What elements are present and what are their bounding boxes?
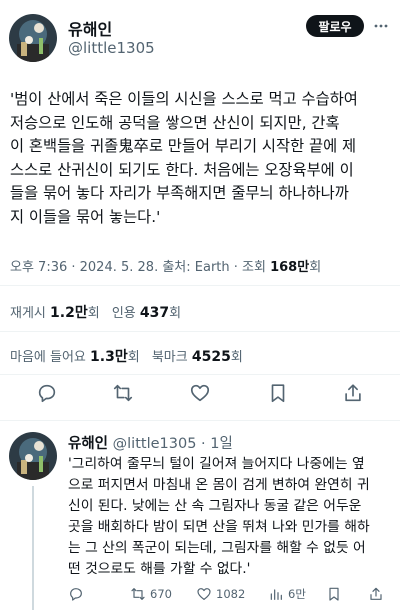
like-label: 마음에 들어요	[10, 350, 86, 365]
like-icon[interactable]	[189, 382, 211, 404]
reply-view-count: 6만	[288, 587, 306, 601]
reply-display-name[interactable]: 유해인	[68, 436, 108, 452]
reply-reply-button[interactable]	[68, 586, 84, 602]
reply-handle-time[interactable]: @little1305 · 1일	[113, 436, 233, 452]
timestamp-source[interactable]: 오후 7:36 · 2024. 5. 28. 출처: Earth · 조회	[10, 260, 270, 275]
tweet-text-line: 이 혼백들을 귀졸鬼卒로 만들어 부리기 시작한 끝에 제	[10, 137, 357, 155]
reply-icon[interactable]	[36, 382, 58, 404]
retweet-icon	[131, 588, 145, 600]
quote-label: 인용	[111, 306, 136, 321]
repost-count[interactable]: 1.2만	[50, 305, 88, 321]
divider	[0, 374, 400, 375]
tweet-text-line: '범이 산에서 죽은 이들의 시신을 스스로 먹고 수습하여	[10, 90, 358, 108]
tweet-text-line: 스스로 산귀신이 되기도 한다. 처음에는 오장육부에 이	[10, 160, 354, 179]
divider	[0, 331, 400, 332]
reply-avatar[interactable]	[9, 432, 57, 480]
follow-button[interactable]: 팔로우	[306, 15, 364, 37]
tweet-metadata: 오후 7:36 · 2024. 5. 28. 출처: Earth · 조회 16…	[10, 256, 321, 275]
reply-like-button[interactable]: 1082	[196, 586, 245, 602]
repost-label: 재게시	[10, 306, 46, 321]
handle[interactable]: @little1305	[68, 39, 155, 57]
reply-retweet-count: 670	[150, 587, 172, 601]
reply-icon	[70, 588, 82, 601]
bookmark-count[interactable]: 4525	[192, 349, 231, 365]
avatar-image	[9, 432, 57, 480]
reply-text: '그리하여 줄무늬 털이 길어져 늘어지다 나중에는 옆 으로 퍼지면서 마침내…	[68, 454, 398, 580]
tweet-text-line: 저승으로 인도해 공덕을 쌓으면 산신이 되지만, 간혹	[10, 113, 340, 132]
reply-text-line: 는 그 산의 폭군이 되는데, 그림자를 해할 수 없듯 어	[68, 540, 366, 556]
like-bookmark-stats: 마음에 들어요 1.3만회 북마크 4525회	[10, 346, 243, 366]
avatar-image	[9, 14, 57, 62]
retweet-icon[interactable]	[112, 382, 134, 404]
views-icon	[270, 589, 282, 600]
bookmark-icon[interactable]	[267, 382, 289, 404]
reply-share-button[interactable]	[368, 586, 384, 602]
reply-like-count: 1082	[216, 587, 246, 601]
reply-views-button[interactable]: 6만	[268, 586, 306, 602]
like-suffix: 회	[127, 350, 140, 365]
reply-retweet-button[interactable]: 670	[130, 586, 172, 602]
like-icon	[197, 588, 211, 600]
like-count[interactable]: 1.3만	[90, 349, 128, 365]
bookmark-icon	[329, 587, 339, 601]
repost-quote-stats: 재게시 1.2만회 인용 437회	[10, 302, 181, 322]
reply-action-bar: 670 1082 6만	[68, 586, 398, 604]
bookmark-suffix: 회	[230, 350, 243, 365]
bookmark-label: 북마크	[151, 350, 188, 365]
reply-text-line: 곳을 배회하다 밤이 되면 산을 뛰쳐 나와 민가를 해하	[68, 519, 370, 535]
reply-bookmark-button[interactable]	[326, 586, 342, 602]
tweet-text-line: 들을 묶어 놓다 자리가 부족해지면 줄무늬 하나하나까	[10, 184, 349, 202]
quote-count[interactable]: 437	[140, 305, 169, 321]
repost-suffix: 회	[87, 306, 100, 321]
quote-suffix: 회	[169, 306, 182, 321]
divider	[0, 285, 400, 286]
more-options-icon[interactable]	[373, 18, 389, 34]
action-bar	[0, 382, 400, 412]
reply-header: 유해인 @little1305 · 1일	[68, 432, 233, 453]
reply-text-line: 떤 것으로도 해를 가할 수 없다.'	[68, 561, 251, 577]
view-count-suffix: 회	[309, 260, 322, 275]
tweet-text: '범이 산에서 죽은 이들의 시신을 스스로 먹고 수습하여 저승으로 인도해 …	[10, 88, 398, 229]
tweet-text-line: 지 이들을 묶어 놓는다.'	[10, 207, 161, 226]
thread-line	[32, 486, 34, 610]
divider	[0, 420, 400, 421]
display-name[interactable]: 유해인	[68, 16, 112, 40]
main-tweet: 유해인 @little1305 팔로우 '범이 산에서 죽은 이들의 시신을 스…	[0, 0, 400, 420]
view-count: 168만	[270, 260, 310, 275]
reply-text-line: '그리하여 줄무늬 털이 길어져 늘어지다 나중에는 옆	[68, 456, 365, 472]
share-icon	[370, 587, 382, 600]
share-icon[interactable]	[342, 382, 364, 404]
reply-text-line: 신이 된다. 낮에는 산 속 그림자나 동굴 같은 어두운	[68, 498, 362, 514]
reply-text-line: 으로 퍼지면서 마침내 온 몸이 검게 변하여 완연히 귀	[68, 477, 370, 493]
avatar[interactable]	[9, 14, 57, 62]
